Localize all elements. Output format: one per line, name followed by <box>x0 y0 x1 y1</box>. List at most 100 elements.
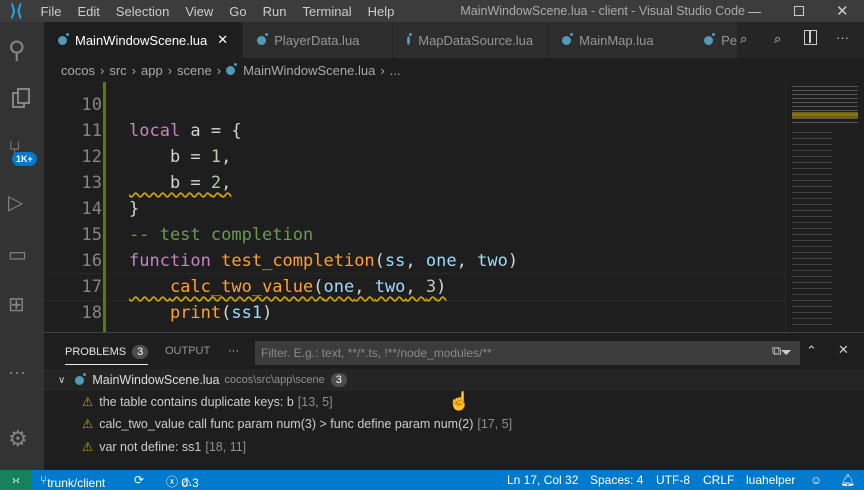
code-text: calc_two_value(one, two, 3) <box>169 277 447 297</box>
close-tab-icon[interactable]: ✕ <box>217 32 228 48</box>
more-icon[interactable]: ··· <box>8 362 36 390</box>
tab-pe[interactable]: Pe <box>698 22 739 58</box>
minimize-button[interactable]: — <box>748 4 761 19</box>
menu-file[interactable]: File <box>40 4 61 19</box>
code-editor[interactable]: 10 11 local a = {12 b = 1, 13 b = 2, 14} 15 --… <box>44 82 785 332</box>
tab-playerdata[interactable]: PlayerData.lua <box>243 22 394 58</box>
close-window-button[interactable]: ✕ <box>836 2 849 20</box>
lua-file-icon <box>58 32 69 45</box>
tab-label: MainMap.lua <box>579 32 654 48</box>
problem-file-count: 3 <box>330 373 347 387</box>
git-change-bar <box>103 82 106 332</box>
close-panel-icon[interactable]: ✕ <box>838 342 849 358</box>
scm-badge: 1K+ <box>12 152 37 166</box>
menu-edit[interactable]: Edit <box>77 4 99 19</box>
collapse-all-icon[interactable]: ⧉ <box>772 343 781 359</box>
problem-message: the table contains duplicate keys: b <box>99 395 294 409</box>
code-text: -- test completion <box>129 225 314 245</box>
tab-problems[interactable]: PROBLEMS 3 <box>65 345 149 365</box>
feedback-icon[interactable]: ☺ <box>810 473 822 487</box>
problem-message: var not define: ss1 <box>99 440 202 454</box>
problems-filter-input[interactable]: Filter. E.g.: text, **/*.ts, !**/node_mo… <box>255 341 800 365</box>
menu-terminal[interactable]: Terminal <box>302 4 351 19</box>
run-debug-icon[interactable]: ▷ <box>8 190 36 218</box>
code-text: b = 1, <box>129 147 232 167</box>
panel-more-icon[interactable]: ··· <box>228 345 239 357</box>
menu-selection[interactable]: Selection <box>116 4 169 19</box>
mouse-cursor-icon: ☝ <box>448 391 471 411</box>
minimap[interactable] <box>785 82 864 332</box>
remote-explorer-icon[interactable]: ▭ <box>8 242 36 270</box>
code-line[interactable]: 11 local a = { <box>44 118 785 144</box>
encoding[interactable]: UTF-8 <box>656 473 690 487</box>
line-number: 18 <box>81 303 102 323</box>
explorer-icon[interactable] <box>8 86 36 114</box>
code-line[interactable]: 17 calc_two_value(one, two, 3) <box>44 273 785 301</box>
problem-location: [17, 5] <box>477 417 513 431</box>
problem-item[interactable]: ⚠ the table contains duplicate keys: b [13… <box>82 394 333 409</box>
chevron-down-icon[interactable]: ∨ <box>58 375 65 386</box>
line-number: 13 <box>81 173 102 193</box>
code-line[interactable]: 13 b = 2, <box>44 170 785 196</box>
code-line[interactable]: 15 -- test completion <box>44 222 785 248</box>
code-line[interactable]: 18 print(ss1) <box>44 300 785 326</box>
code-line[interactable]: 12 b = 1, <box>44 144 785 170</box>
code-text: local a = { <box>129 121 242 141</box>
sync-icon[interactable]: ⟳ <box>134 473 144 487</box>
activity-bar: ⚲ ⑂ 1K+ ▷ ▭ ⊞ ··· ⚙ <box>0 22 44 470</box>
line-number: 11 <box>81 121 102 141</box>
tab-output[interactable]: OUTPUT <box>165 345 210 357</box>
line-number: 12 <box>81 147 102 167</box>
breadcrumb-symbols[interactable]: ... <box>390 63 401 78</box>
code-text: b = 2, <box>129 173 232 193</box>
code-line[interactable]: 10 <box>44 92 785 118</box>
open-changes-icon[interactable]: ⌕ <box>740 31 747 47</box>
filter-icon[interactable]: ⏷ <box>781 344 792 361</box>
branch-name: trunk/client <box>47 476 106 490</box>
code-line[interactable]: 16 function test_completion(ss, one, two) <box>44 248 785 274</box>
search-icon[interactable]: ⚲ <box>8 36 36 64</box>
problems-status[interactable]: ⓧ 0 ⚠ 3 <box>166 473 199 490</box>
window-title: MainWindowScene.lua - client - Visual St… <box>460 4 745 18</box>
breadcrumb-src[interactable]: src <box>109 63 126 78</box>
line-ending[interactable]: CRLF <box>703 473 734 487</box>
remote-icon[interactable]: ›‹ <box>0 470 32 490</box>
problem-item[interactable]: ⚠ var not define: ss1 [18, 11] <box>82 439 246 454</box>
compare-icon[interactable]: ⌕ <box>774 31 781 47</box>
problem-item[interactable]: ⚠ calc_two_value call func param num(3) >… <box>82 416 512 431</box>
settings-gear-icon[interactable]: ⚙ <box>8 426 36 454</box>
tab-label: Pe <box>721 32 738 48</box>
menu-view[interactable]: View <box>185 4 213 19</box>
extensions-icon[interactable]: ⊞ <box>8 292 36 320</box>
maximize-panel-icon[interactable]: ⌃ <box>806 343 817 359</box>
more-actions-icon[interactable]: ··· <box>836 30 849 45</box>
code-line[interactable]: 14} <box>44 196 785 222</box>
menu-run[interactable]: Run <box>263 4 287 19</box>
breadcrumb-cocos[interactable]: cocos <box>61 63 95 78</box>
tab-mainwindowscene[interactable]: MainWindowScene.lua ✕ <box>44 22 244 58</box>
problem-location: [13, 5] <box>297 395 333 409</box>
breadcrumb-file[interactable]: MainWindowScene.lua <box>243 63 375 78</box>
tab-mapdatasource[interactable]: MapDataSource.lua <box>393 22 549 58</box>
problem-message: calc_two_value call func param num(3) > … <box>99 417 474 431</box>
tab-label: PROBLEMS <box>65 346 127 358</box>
language-mode[interactable]: luahelper <box>746 473 795 487</box>
line-number: 10 <box>81 95 102 115</box>
maximize-button[interactable] <box>794 6 804 16</box>
breadcrumb: cocos › src › app › scene › MainWindowScene.… <box>61 62 401 78</box>
split-editor-icon[interactable] <box>804 30 817 45</box>
lua-file-icon <box>704 32 716 45</box>
breadcrumb-scene[interactable]: scene <box>177 63 212 78</box>
problem-file-path: cocos\src\app\scene <box>224 374 325 386</box>
breadcrumb-app[interactable]: app <box>141 63 163 78</box>
menu-help[interactable]: Help <box>368 4 395 19</box>
branch-item[interactable]: ⑂ trunk/client <box>40 473 105 490</box>
cursor-position[interactable]: Ln 17, Col 32 <box>507 473 578 487</box>
notifications-bell-icon[interactable]: 🔔︎ <box>840 473 855 487</box>
status-bar: ›‹ ⑂ trunk/client ⟳ ⓧ 0 ⚠ 3 Ln 17, Col 3… <box>0 470 864 490</box>
indentation[interactable]: Spaces: 4 <box>590 473 643 487</box>
lua-file-icon <box>257 32 269 45</box>
problem-file-row[interactable]: ∨ MainWindowScene.lua cocos\src\app\scen… <box>44 369 864 391</box>
menu-go[interactable]: Go <box>229 4 246 19</box>
problems-count-badge: 3 <box>132 345 149 359</box>
